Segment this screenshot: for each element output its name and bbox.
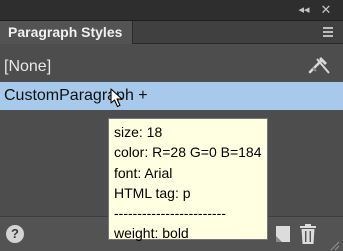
close-panel-button[interactable]: ✕ — [318, 2, 334, 18]
tooltip-html-tag: HTML tag: p — [114, 184, 191, 201]
mouse-pointer-icon — [110, 88, 123, 108]
style-tooltip: size: 18 color: R=28 G=0 B=184 font: Ari… — [108, 118, 268, 242]
hamburger-menu-icon[interactable] — [321, 25, 335, 39]
panel-titlebar: ◂◂ ✕ — [0, 0, 343, 21]
tooltip-font: font: Arial — [114, 164, 173, 181]
tab-paragraph-styles[interactable]: Paragraph Styles — [0, 21, 133, 44]
panel-tabbar: Paragraph Styles — [0, 21, 343, 44]
tooltip-color: color: R=28 G=0 B=184 — [114, 144, 262, 161]
help-icon[interactable]: ? — [6, 225, 24, 243]
trash-icon[interactable] — [298, 223, 318, 245]
paragraph-styles-panel: ◂◂ ✕ Paragraph Styles [None] CustomParag… — [0, 0, 343, 251]
tooltip-size: size: 18 — [114, 124, 163, 140]
clear-overrides-icon[interactable] — [306, 56, 330, 78]
list-item-none[interactable]: [None] — [0, 54, 343, 80]
new-style-icon[interactable] — [274, 225, 292, 243]
collapse-panel-button[interactable]: ◂◂ — [296, 2, 312, 18]
tab-label: Paragraph Styles — [8, 24, 123, 40]
tooltip-divider: ------------------------ — [114, 205, 226, 222]
list-item-label: CustomParagraph + — [4, 87, 148, 104]
list-item-customparagraph[interactable]: CustomParagraph + — [0, 82, 343, 110]
resize-grip-icon[interactable] — [328, 239, 340, 251]
list-item-label: [None] — [4, 58, 52, 75]
tooltip-weight: weight: bold — [114, 225, 189, 242]
